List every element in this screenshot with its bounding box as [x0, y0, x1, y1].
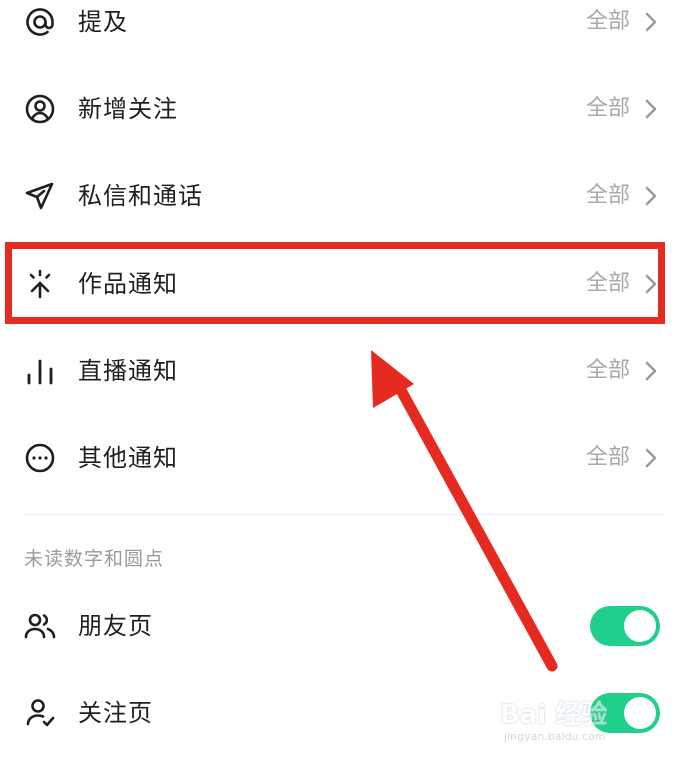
setting-row-works-notifications[interactable]: 作品通知 全部	[0, 254, 680, 314]
setting-row-label: 提及	[78, 8, 128, 36]
setting-row-label: 私信和通话	[78, 182, 203, 210]
setting-row-value: 全部	[585, 358, 630, 383]
setting-row-new-followers[interactable]: 新增关注 全部	[0, 79, 680, 139]
chevron-right-icon	[644, 98, 658, 120]
chevron-right-icon	[644, 360, 658, 382]
friends-page-toggle[interactable]	[590, 606, 660, 646]
setting-row-label: 作品通知	[78, 270, 178, 298]
baidu-watermark: Bai 经验 jingyan.baidu.com	[500, 694, 650, 750]
at-icon	[22, 4, 58, 40]
chevron-right-icon	[644, 447, 658, 469]
notification-settings-page: 提及 全部 新增关注 全部 私信和通话 全部 作品通知 全部 直播通知 全部 其…	[0, 0, 680, 761]
setting-row-value: 全部	[585, 183, 630, 208]
chevron-right-icon	[644, 273, 658, 295]
sparkle-icon	[22, 266, 58, 302]
setting-row-value: 全部	[585, 96, 630, 121]
chevron-right-icon	[644, 11, 658, 33]
user-check-icon	[22, 695, 58, 731]
setting-row-label: 直播通知	[78, 357, 178, 385]
setting-row-label: 其他通知	[78, 444, 178, 472]
toggle-row-label: 朋友页	[78, 612, 153, 640]
more-circle-icon	[22, 440, 58, 476]
chevron-right-icon	[644, 185, 658, 207]
section-divider	[24, 514, 664, 515]
bars-icon	[22, 353, 58, 389]
setting-row-mentions[interactable]: 提及 全部	[0, 0, 680, 52]
setting-row-value: 全部	[585, 9, 630, 34]
section-header-unread: 未读数字和圆点	[24, 548, 165, 570]
toggle-knob	[624, 610, 656, 642]
user-circle-icon	[22, 91, 58, 127]
toggle-row-friends-page: 朋友页	[0, 596, 680, 656]
setting-row-value: 全部	[585, 445, 630, 470]
setting-row-messages-calls[interactable]: 私信和通话 全部	[0, 166, 680, 226]
toggle-row-label: 关注页	[78, 699, 153, 727]
friends-icon	[22, 608, 58, 644]
setting-row-live-notifications[interactable]: 直播通知 全部	[0, 341, 680, 401]
paper-plane-icon	[22, 178, 58, 214]
setting-row-label: 新增关注	[78, 95, 178, 123]
watermark-main: Bai 经验	[500, 700, 608, 730]
setting-row-other-notifications[interactable]: 其他通知 全部	[0, 428, 680, 488]
watermark-url: jingyan.baidu.com	[504, 730, 606, 743]
setting-row-value: 全部	[585, 271, 630, 296]
